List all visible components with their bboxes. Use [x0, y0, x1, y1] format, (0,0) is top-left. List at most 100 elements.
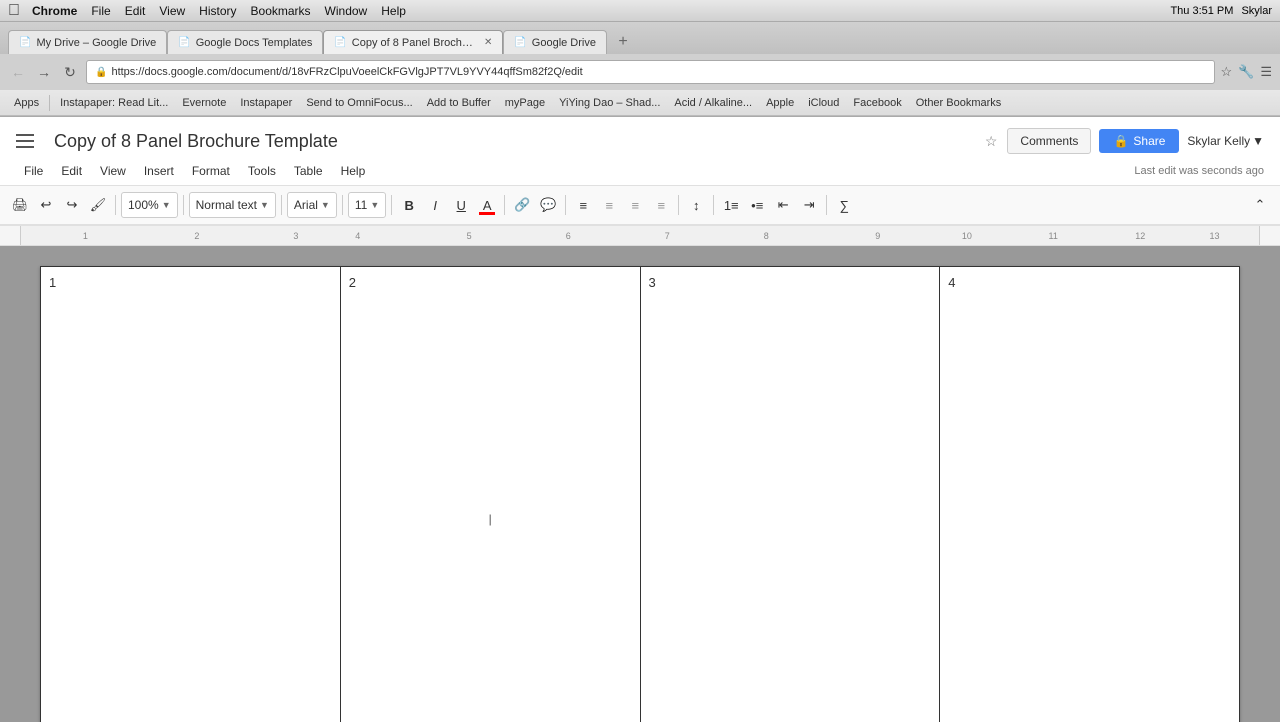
document-table: 1 2 | 3 4: [40, 266, 1240, 722]
bookmark-apps[interactable]: Apps: [8, 96, 45, 110]
apple-menu[interactable]: : [8, 2, 20, 20]
document-title[interactable]: Copy of 8 Panel Brochure Template: [54, 131, 971, 152]
docs-hamburger-menu[interactable]: [16, 127, 44, 155]
font-size-dropdown[interactable]: 11 ▼: [348, 192, 386, 218]
text-color-button[interactable]: A: [475, 193, 499, 217]
ruler-mark-9: 9: [875, 231, 880, 241]
bookmark-other[interactable]: Other Bookmarks: [910, 96, 1008, 110]
tab-icon-2: 📄: [178, 37, 190, 48]
app-menu-window[interactable]: Window: [325, 4, 368, 18]
docs-menu-tools[interactable]: Tools: [240, 161, 284, 181]
tab-brochure-active[interactable]: 📄 Copy of 8 Panel Brochure... ✕: [323, 30, 503, 54]
bookmarks-bar: Apps Instapaper: Read Lit... Evernote In…: [0, 90, 1280, 116]
url-bar[interactable]: 🔒 https://docs.google.com/document/d/18v…: [86, 60, 1215, 84]
bookmark-instapaper2[interactable]: Instapaper: [234, 96, 298, 110]
tab-label-2: Google Docs Templates: [196, 37, 313, 49]
zoom-dropdown[interactable]: 100% ▼: [121, 192, 178, 218]
docs-menu-view[interactable]: View: [92, 161, 134, 181]
tab-close-button[interactable]: ✕: [484, 37, 492, 48]
app-menu-history[interactable]: History: [199, 4, 236, 18]
toolbar-collapse-button[interactable]: ⌃: [1248, 193, 1272, 217]
toolbar-sep-1: [115, 195, 116, 215]
share-button[interactable]: 🔒 Share: [1099, 129, 1179, 153]
bookmark-buffer[interactable]: Add to Buffer: [421, 96, 497, 110]
bookmark-apple[interactable]: Apple: [760, 96, 800, 110]
app-menu-edit[interactable]: Edit: [125, 4, 146, 18]
chrome-menu-icon[interactable]: ☰: [1260, 64, 1272, 80]
tab-google-docs-templates[interactable]: 📄 Google Docs Templates: [167, 30, 323, 54]
refresh-button[interactable]: ↻: [60, 62, 80, 82]
decrease-indent-button[interactable]: ⇤: [771, 193, 795, 217]
unordered-list-button[interactable]: •≡: [745, 193, 769, 217]
underline-button[interactable]: U: [449, 193, 473, 217]
ordered-list-button[interactable]: 1≡: [719, 193, 743, 217]
new-tab-button[interactable]: +: [611, 30, 635, 54]
toolbar-sep-8: [678, 195, 679, 215]
align-left-button[interactable]: ≡: [571, 193, 595, 217]
align-right-button[interactable]: ≡: [623, 193, 647, 217]
ruler-mark-6: 6: [566, 231, 571, 241]
bookmark-acid-label: Acid / Alkaline...: [674, 97, 752, 109]
docs-menu-file[interactable]: File: [16, 161, 51, 181]
bookmark-evernote[interactable]: Evernote: [176, 96, 232, 110]
text-style-dropdown[interactable]: Normal text ▼: [189, 192, 276, 218]
user-name: Skylar Kelly: [1187, 134, 1250, 148]
comment-button[interactable]: 💬: [536, 193, 560, 217]
bookmark-mypage[interactable]: myPage: [499, 96, 551, 110]
table-cell-4[interactable]: 4: [940, 267, 1240, 722]
back-button[interactable]: ←: [8, 62, 28, 82]
bold-button[interactable]: B: [397, 193, 421, 217]
increase-indent-button[interactable]: ⇥: [797, 193, 821, 217]
app-menu-file[interactable]: File: [91, 4, 110, 18]
bookmark-icloud[interactable]: iCloud: [802, 96, 845, 110]
app-menu-bookmarks[interactable]: Bookmarks: [251, 4, 311, 18]
bookmark-omnifocus[interactable]: Send to OmniFocus...: [300, 96, 418, 110]
link-button[interactable]: 🔗: [510, 193, 534, 217]
tab-my-drive[interactable]: 📄 My Drive – Google Drive: [8, 30, 167, 54]
docs-menu-edit[interactable]: Edit: [53, 161, 90, 181]
hamburger-line-1: [16, 134, 34, 136]
italic-button[interactable]: I: [423, 193, 447, 217]
undo-button[interactable]: ↩: [34, 193, 58, 217]
app-menu-view[interactable]: View: [159, 4, 185, 18]
docs-menu-insert[interactable]: Insert: [136, 161, 182, 181]
docs-menu-table[interactable]: Table: [286, 161, 331, 181]
print-button[interactable]: 🖨: [8, 193, 32, 217]
bookmark-facebook[interactable]: Facebook: [847, 96, 907, 110]
table-cell-1[interactable]: 1: [41, 267, 341, 722]
toolbar-sep-9: [713, 195, 714, 215]
text-cursor[interactable]: |: [489, 512, 492, 526]
docs-app: Copy of 8 Panel Brochure Template ☆ Comm…: [0, 117, 1280, 721]
ruler-mark-13: 13: [1209, 231, 1219, 241]
tab-google-drive[interactable]: 📄 Google Drive: [503, 30, 607, 54]
bookmark-star-icon[interactable]: ☆: [1221, 64, 1233, 80]
redo-button[interactable]: ↪: [60, 193, 84, 217]
font-dropdown[interactable]: Arial ▼: [287, 192, 337, 218]
document[interactable]: 1 2 | 3 4: [40, 266, 1240, 722]
line-spacing-button[interactable]: ↕: [684, 193, 708, 217]
comments-button[interactable]: Comments: [1007, 128, 1091, 154]
app-menu-chrome[interactable]: Chrome: [32, 4, 77, 18]
document-area[interactable]: 1 2 | 3 4: [0, 246, 1280, 722]
cell-number-3: 3: [649, 275, 656, 290]
table-cell-2[interactable]: 2 |: [340, 267, 640, 722]
bookmark-yiying[interactable]: YiYing Dao – Shad...: [553, 96, 666, 110]
bookmark-instapaper[interactable]: Instapaper: Read Lit...: [54, 96, 174, 110]
extensions-icon[interactable]: 🔧: [1238, 64, 1254, 80]
formula-button[interactable]: ∑: [832, 193, 856, 217]
user-avatar[interactable]: Skylar Kelly ▼: [1187, 134, 1264, 148]
forward-button[interactable]: →: [34, 62, 54, 82]
bookmark-acid[interactable]: Acid / Alkaline...: [668, 96, 758, 110]
app-menu-help[interactable]: Help: [381, 4, 406, 18]
table-cell-3[interactable]: 3: [640, 267, 940, 722]
docs-menu-format[interactable]: Format: [184, 161, 238, 181]
title-star-icon[interactable]: ☆: [985, 133, 998, 150]
bookmark-apple-label: Apple: [766, 97, 794, 109]
paint-format-button[interactable]: 🖌: [86, 193, 110, 217]
docs-menu-help[interactable]: Help: [333, 161, 374, 181]
align-center-button[interactable]: ≡: [597, 193, 621, 217]
justify-button[interactable]: ≡: [649, 193, 673, 217]
bookmark-instapaper-label: Instapaper: Read Lit...: [60, 97, 168, 109]
tab-bar: 📄 My Drive – Google Drive 📄 Google Docs …: [0, 22, 1280, 54]
share-label: Share: [1133, 134, 1165, 148]
